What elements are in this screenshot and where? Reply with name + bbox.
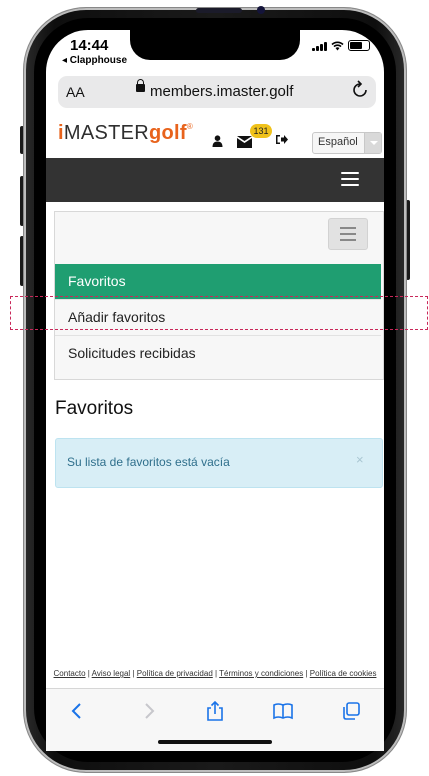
lock-icon	[136, 79, 145, 92]
status-icons	[312, 40, 370, 51]
mail-icon[interactable]	[237, 135, 252, 153]
hamburger-menu-icon[interactable]	[341, 172, 359, 190]
status-time: 14:44	[70, 37, 109, 54]
logout-icon[interactable]	[276, 134, 288, 148]
page-title: Favoritos	[55, 398, 134, 419]
footer-link-cookies[interactable]: Política de cookies	[310, 669, 377, 678]
user-icon[interactable]	[212, 134, 223, 152]
footer-link-terminos[interactable]: Términos y condiciones	[219, 669, 303, 678]
share-icon[interactable]	[204, 700, 226, 722]
hamburger-icon	[329, 219, 367, 241]
alert-message: Su lista de favoritos está vacía	[67, 455, 230, 469]
forward-chevron-icon[interactable]	[138, 700, 160, 722]
close-icon[interactable]: ×	[356, 452, 364, 467]
battery-icon	[348, 40, 370, 51]
notch-speaker	[196, 8, 242, 13]
menu-item-favoritos[interactable]: Favoritos	[55, 264, 381, 299]
text-size-button[interactable]: AA	[66, 84, 85, 100]
notch-camera	[257, 6, 265, 14]
submenu-toggle-button[interactable]	[328, 218, 368, 250]
language-select-value: Español	[318, 136, 358, 148]
logo-reg: ®	[186, 122, 194, 131]
power-button	[406, 200, 410, 280]
reload-icon[interactable]	[352, 80, 368, 103]
site-navbar	[46, 158, 384, 202]
notch	[130, 30, 300, 60]
home-indicator	[158, 740, 272, 744]
highlight-outline	[10, 296, 428, 330]
footer-link-contacto[interactable]: Contacto	[54, 669, 86, 678]
back-chevron-icon[interactable]	[66, 700, 88, 722]
language-select[interactable]: Español	[312, 132, 382, 154]
tabs-icon[interactable]	[340, 700, 362, 722]
wifi-icon	[331, 41, 344, 50]
footer-link-aviso-legal[interactable]: Aviso legal	[92, 669, 131, 678]
footer-link-privacidad[interactable]: Política de privacidad	[137, 669, 213, 678]
logo-golf: golf	[149, 122, 187, 144]
notification-badge: 131	[250, 124, 272, 138]
imaster-golf-logo[interactable]: iMASTERgolf®	[58, 122, 193, 145]
back-to-app-link[interactable]: ◂ Clapphouse	[62, 55, 127, 66]
logo-master: MASTER	[63, 122, 149, 144]
menu-item-label: Favoritos	[68, 273, 126, 289]
chevron-down-icon	[364, 133, 381, 153]
page-footer: Contacto | Aviso legal | Política de pri…	[46, 668, 384, 690]
url-text[interactable]: members.imaster.golf	[150, 83, 293, 100]
menu-item-solicitudes-recibidas[interactable]: Solicitudes recibidas	[55, 335, 381, 371]
menu-item-label: Solicitudes recibidas	[68, 345, 196, 361]
signal-icon	[312, 41, 327, 51]
bookmarks-icon[interactable]	[272, 700, 294, 722]
